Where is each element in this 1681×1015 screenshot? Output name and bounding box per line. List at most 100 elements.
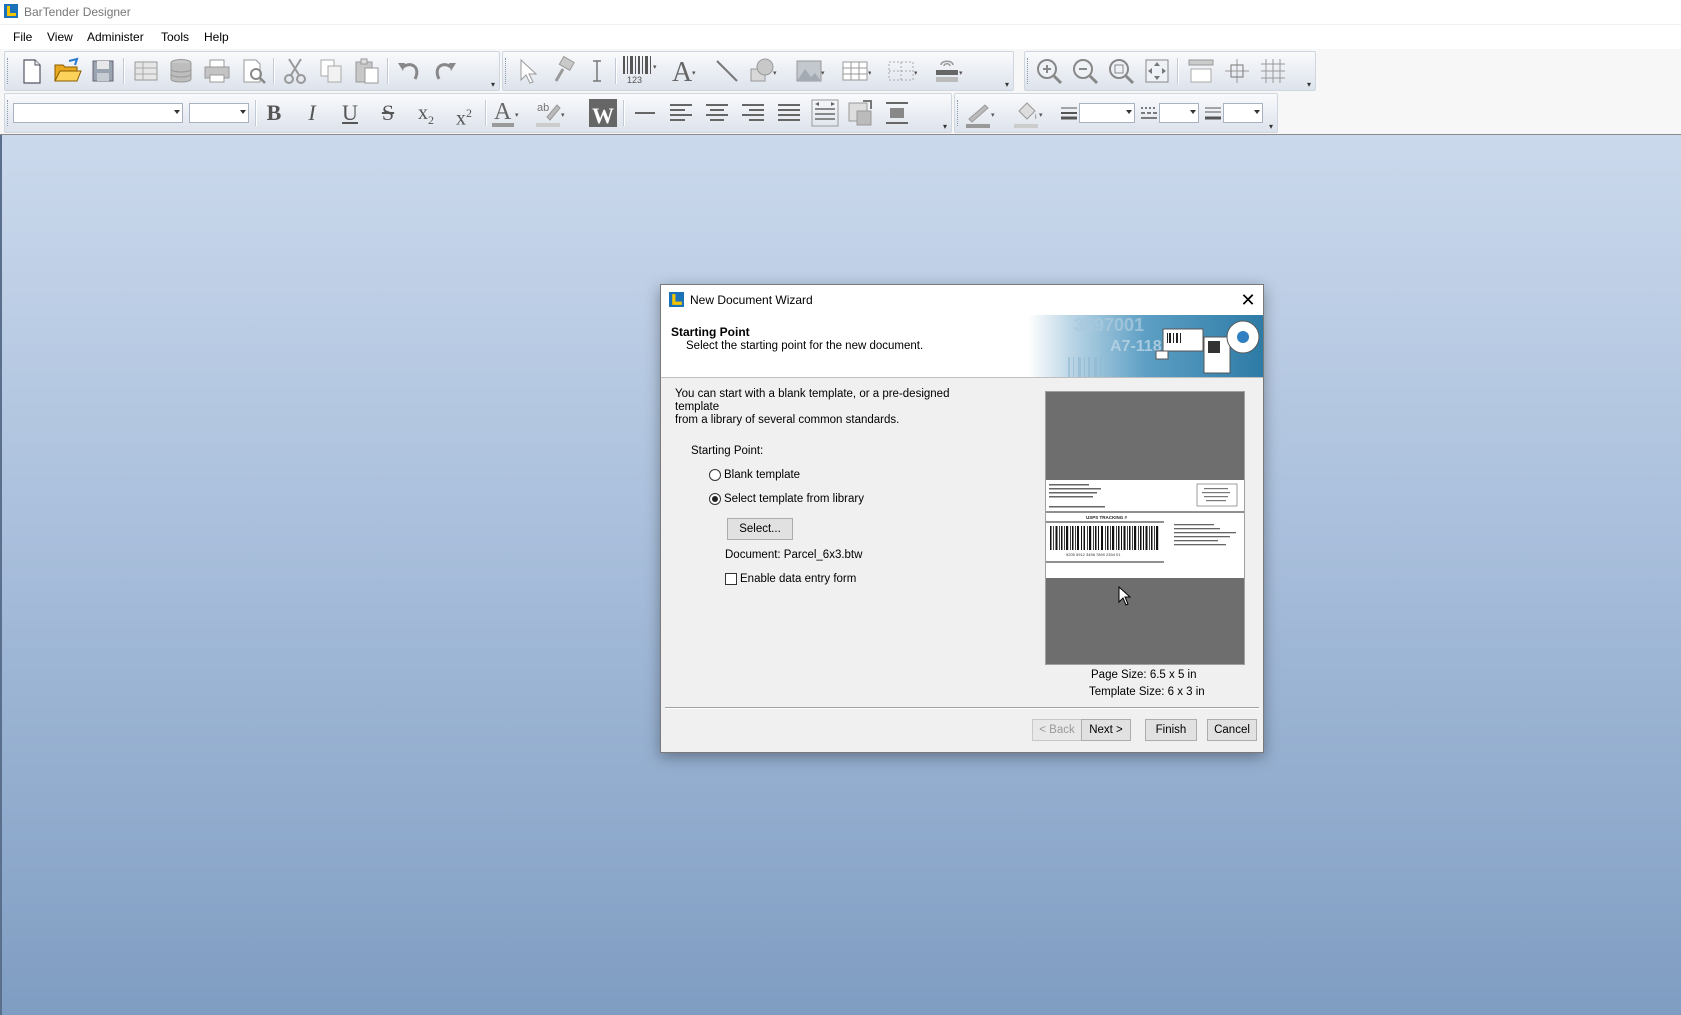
menu-tools[interactable]: Tools — [159, 30, 191, 44]
zoom-in-icon[interactable] — [1033, 55, 1065, 87]
cut-icon[interactable] — [279, 55, 311, 87]
rfid-encoder-icon[interactable]: ▾ — [931, 55, 963, 87]
copy-icon[interactable] — [315, 55, 347, 87]
svg-text:▾: ▾ — [692, 70, 696, 77]
svg-text:▾: ▾ — [914, 70, 917, 77]
bold-icon[interactable]: B — [259, 97, 289, 129]
print-preview-icon[interactable] — [237, 55, 269, 87]
wizard-banner-image: 3597001 A7-118 — [1028, 315, 1263, 377]
fit-to-window-icon[interactable] — [1141, 55, 1173, 87]
object-toolbar: 123 ▾ A ▾ ▾ ▾ ▾ ▾ ▾ ▾ — [502, 51, 1014, 91]
font-name-select[interactable] — [13, 103, 183, 123]
text-object-icon[interactable]: A ▾ — [667, 55, 699, 87]
page-size-text: Page Size: 6.5 x 5 in — [1091, 669, 1197, 681]
close-icon[interactable]: ✕ — [1233, 285, 1263, 315]
zoom-fit-icon[interactable] — [1105, 55, 1137, 87]
barcode-icon[interactable]: 123 ▾ — [619, 53, 659, 85]
standard-toolbar: ▾ — [4, 51, 500, 91]
underline-icon[interactable]: U — [335, 97, 365, 129]
rulers-icon[interactable] — [1185, 55, 1217, 87]
app-title: BarTender Designer — [24, 5, 131, 19]
shape-tool-icon[interactable]: ▾ — [747, 55, 779, 87]
line-thickness-icon[interactable] — [1059, 97, 1079, 129]
menu-file[interactable]: File — [11, 30, 34, 44]
line-color-icon[interactable]: ▾ — [963, 97, 995, 129]
strikethrough-icon[interactable]: S — [373, 97, 403, 129]
align-center-icon[interactable] — [701, 97, 733, 129]
grid-object-icon[interactable]: ▾ — [885, 55, 917, 87]
menu-administer[interactable]: Administer — [85, 30, 146, 44]
grid-toggle-icon[interactable] — [1257, 55, 1289, 87]
line-thickness-select[interactable] — [1079, 103, 1135, 123]
line-tool-icon[interactable] — [711, 55, 743, 87]
text-cursor-icon[interactable] — [581, 55, 613, 87]
formatting-toolbar: B I U S x2 x2 A ▾ ab ▾ W ▾ — [4, 93, 952, 133]
svg-text:▾: ▾ — [959, 70, 963, 77]
table-tool-icon[interactable]: ▾ — [839, 55, 871, 87]
finish-button[interactable]: Finish — [1145, 719, 1197, 741]
single-line-icon[interactable] — [629, 97, 661, 129]
toolbar-overflow-icon[interactable]: ▾ — [491, 80, 498, 89]
italic-icon[interactable]: I — [297, 97, 327, 129]
zoom-out-icon[interactable] — [1069, 55, 1101, 87]
fit-text-width-icon[interactable] — [809, 97, 841, 129]
border-style-select[interactable] — [1223, 103, 1263, 123]
radio-blank-template[interactable]: Blank template — [709, 468, 800, 484]
snap-guides-icon[interactable] — [1221, 55, 1253, 87]
footer-divider — [665, 707, 1259, 709]
toolbar-grip[interactable] — [7, 58, 10, 84]
mouse-cursor-icon — [1118, 586, 1132, 606]
border-style-icon[interactable] — [1203, 97, 1223, 129]
select-template-button[interactable]: Select... — [727, 518, 793, 540]
undo-icon[interactable] — [393, 55, 425, 87]
redo-icon[interactable] — [429, 55, 461, 87]
checkbox[interactable] — [725, 572, 737, 585]
subscript-icon[interactable]: x2 — [411, 97, 441, 129]
enable-data-entry-form-checkbox[interactable]: Enable data entry form — [725, 572, 856, 586]
vertical-center-icon[interactable] — [881, 97, 913, 129]
select-pointer-icon[interactable] — [511, 55, 543, 87]
format-painter-icon[interactable] — [547, 55, 579, 87]
toolbar-overflow-icon[interactable]: ▾ — [943, 122, 950, 131]
picture-tool-icon[interactable]: ▾ — [793, 55, 825, 87]
fill-color-icon[interactable]: ▾ — [1011, 97, 1043, 129]
radio-button[interactable] — [709, 468, 721, 481]
next-button[interactable]: Next > — [1081, 719, 1131, 741]
line-style-toolbar: ▾ ▾ ▾ — [954, 93, 1278, 133]
rotate-object-icon[interactable] — [845, 97, 877, 129]
line-style-select[interactable] — [1159, 103, 1199, 123]
radio-button-selected[interactable] — [709, 492, 721, 505]
wizard-header: Starting Point Select the starting point… — [661, 315, 1263, 378]
line-style-icon[interactable] — [1139, 97, 1159, 129]
justify-icon[interactable] — [773, 97, 805, 129]
page-setup-icon[interactable] — [129, 55, 161, 87]
parcel-label-thumbnail: USPS TRACKING # 9205 5912 3456 7890 2394… — [1046, 483, 1244, 563]
menu-help[interactable]: Help — [202, 30, 231, 44]
text-background-icon[interactable]: W — [587, 97, 619, 129]
paste-icon[interactable] — [351, 55, 383, 87]
barcode-caption: 123 — [627, 75, 642, 85]
toolbar-overflow-icon[interactable]: ▾ — [1269, 122, 1276, 131]
align-right-icon[interactable] — [737, 97, 769, 129]
font-size-select[interactable] — [189, 103, 249, 123]
svg-text:▾: ▾ — [515, 112, 519, 119]
menu-view[interactable]: View — [45, 30, 75, 44]
superscript-icon[interactable]: x2 — [449, 97, 479, 130]
print-icon[interactable] — [201, 55, 233, 87]
toolbar-overflow-icon[interactable]: ▾ — [1005, 80, 1012, 89]
new-document-icon[interactable] — [15, 55, 47, 87]
open-folder-icon[interactable] — [51, 55, 83, 87]
label-tracking-title: USPS TRACKING # — [1086, 515, 1128, 520]
dialog-titlebar[interactable]: New Document Wizard ✕ — [661, 285, 1263, 315]
toolbar-overflow-icon[interactable]: ▾ — [1307, 80, 1314, 89]
cancel-button[interactable]: Cancel — [1207, 719, 1257, 741]
database-icon[interactable] — [165, 55, 197, 87]
align-left-icon[interactable] — [665, 97, 697, 129]
highlight-color-icon[interactable]: ab ▾ — [533, 97, 565, 129]
banner-text: A7-118 — [1110, 338, 1162, 355]
back-button[interactable]: < Back — [1032, 719, 1082, 741]
chevron-down-icon — [1126, 110, 1132, 114]
font-color-icon[interactable]: A ▾ — [489, 97, 521, 129]
radio-select-from-library[interactable]: Select template from library — [709, 492, 864, 508]
save-icon[interactable] — [87, 55, 119, 87]
